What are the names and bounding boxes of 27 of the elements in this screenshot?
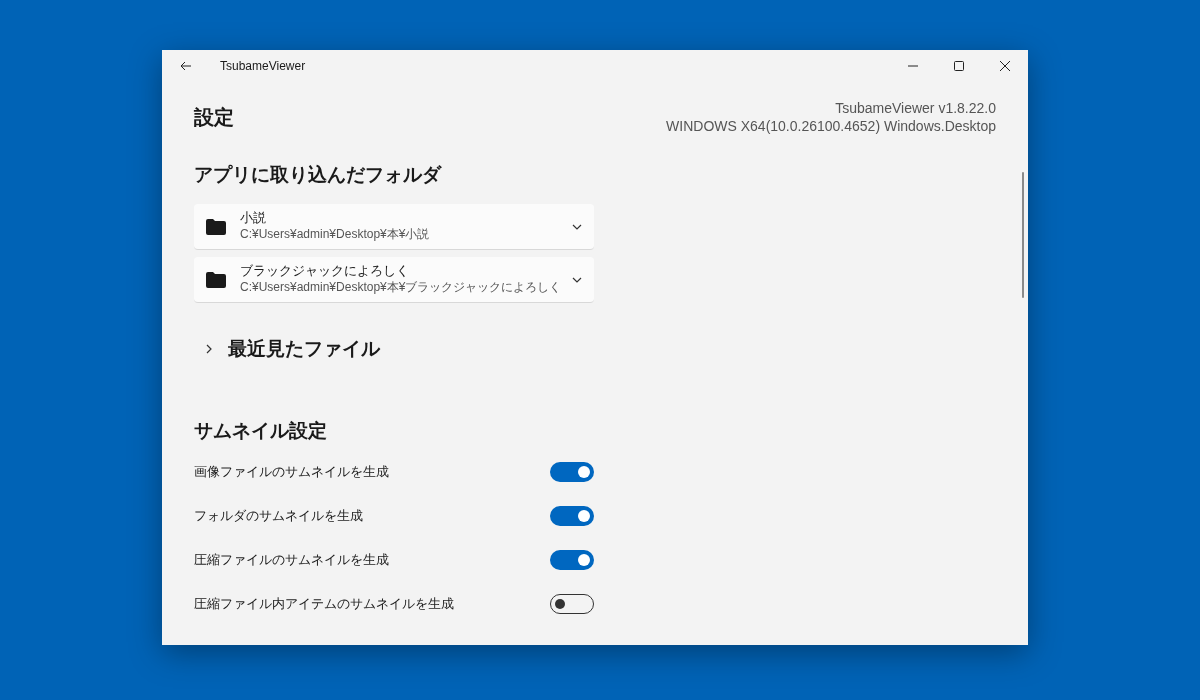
section-heading: サムネイル設定 [194, 419, 328, 443]
setting-label: 圧縮ファイルのサムネイルを生成 [194, 551, 389, 569]
folder-icon [206, 271, 226, 288]
version-text: WINDOWS X64(10.0.26100.4652) Windows.Desktop [666, 118, 996, 134]
toggle-switch[interactable] [550, 550, 594, 570]
recent-files-expander[interactable]: 最近見たファイル [194, 336, 996, 362]
scrollbar[interactable] [1022, 172, 1024, 298]
folder-card[interactable]: 小説 C:¥Users¥admin¥Desktop¥本¥小説 [194, 204, 594, 250]
toggle-switch[interactable] [550, 462, 594, 482]
folder-card[interactable]: ブラックジャックによろしく C:¥Users¥admin¥Desktop¥本¥ブラックジャックによろしく [194, 257, 594, 303]
close-icon [1000, 61, 1010, 71]
chevron-icon [204, 344, 214, 354]
back-arrow-icon [180, 60, 192, 72]
version-text: TsubameViewer v1.8.22.0 [835, 100, 996, 116]
section-heading: アプリに取り込んだフォルダ [194, 163, 443, 187]
toggle-switch[interactable] [550, 506, 594, 526]
folder-name: 小説 [240, 210, 267, 226]
window-title: TsubameViewer [220, 59, 307, 73]
maximize-icon [954, 61, 964, 71]
page-title: 設定 [194, 105, 234, 130]
folder-path: C:¥Users¥admin¥Desktop¥本¥小説 [240, 226, 431, 243]
folder-path: C:¥Users¥admin¥Desktop¥本¥ブラックジャックによろしく [240, 279, 563, 296]
folder-icon [206, 218, 226, 235]
setting-label: フォルダのサムネイルを生成 [194, 507, 363, 525]
setting-label: 圧縮ファイル内アイテムのサムネイルを生成 [194, 595, 454, 613]
setting-label: 画像ファイルのサムネイルを生成 [194, 463, 389, 481]
folder-name: ブラックジャックによろしく [240, 263, 410, 279]
